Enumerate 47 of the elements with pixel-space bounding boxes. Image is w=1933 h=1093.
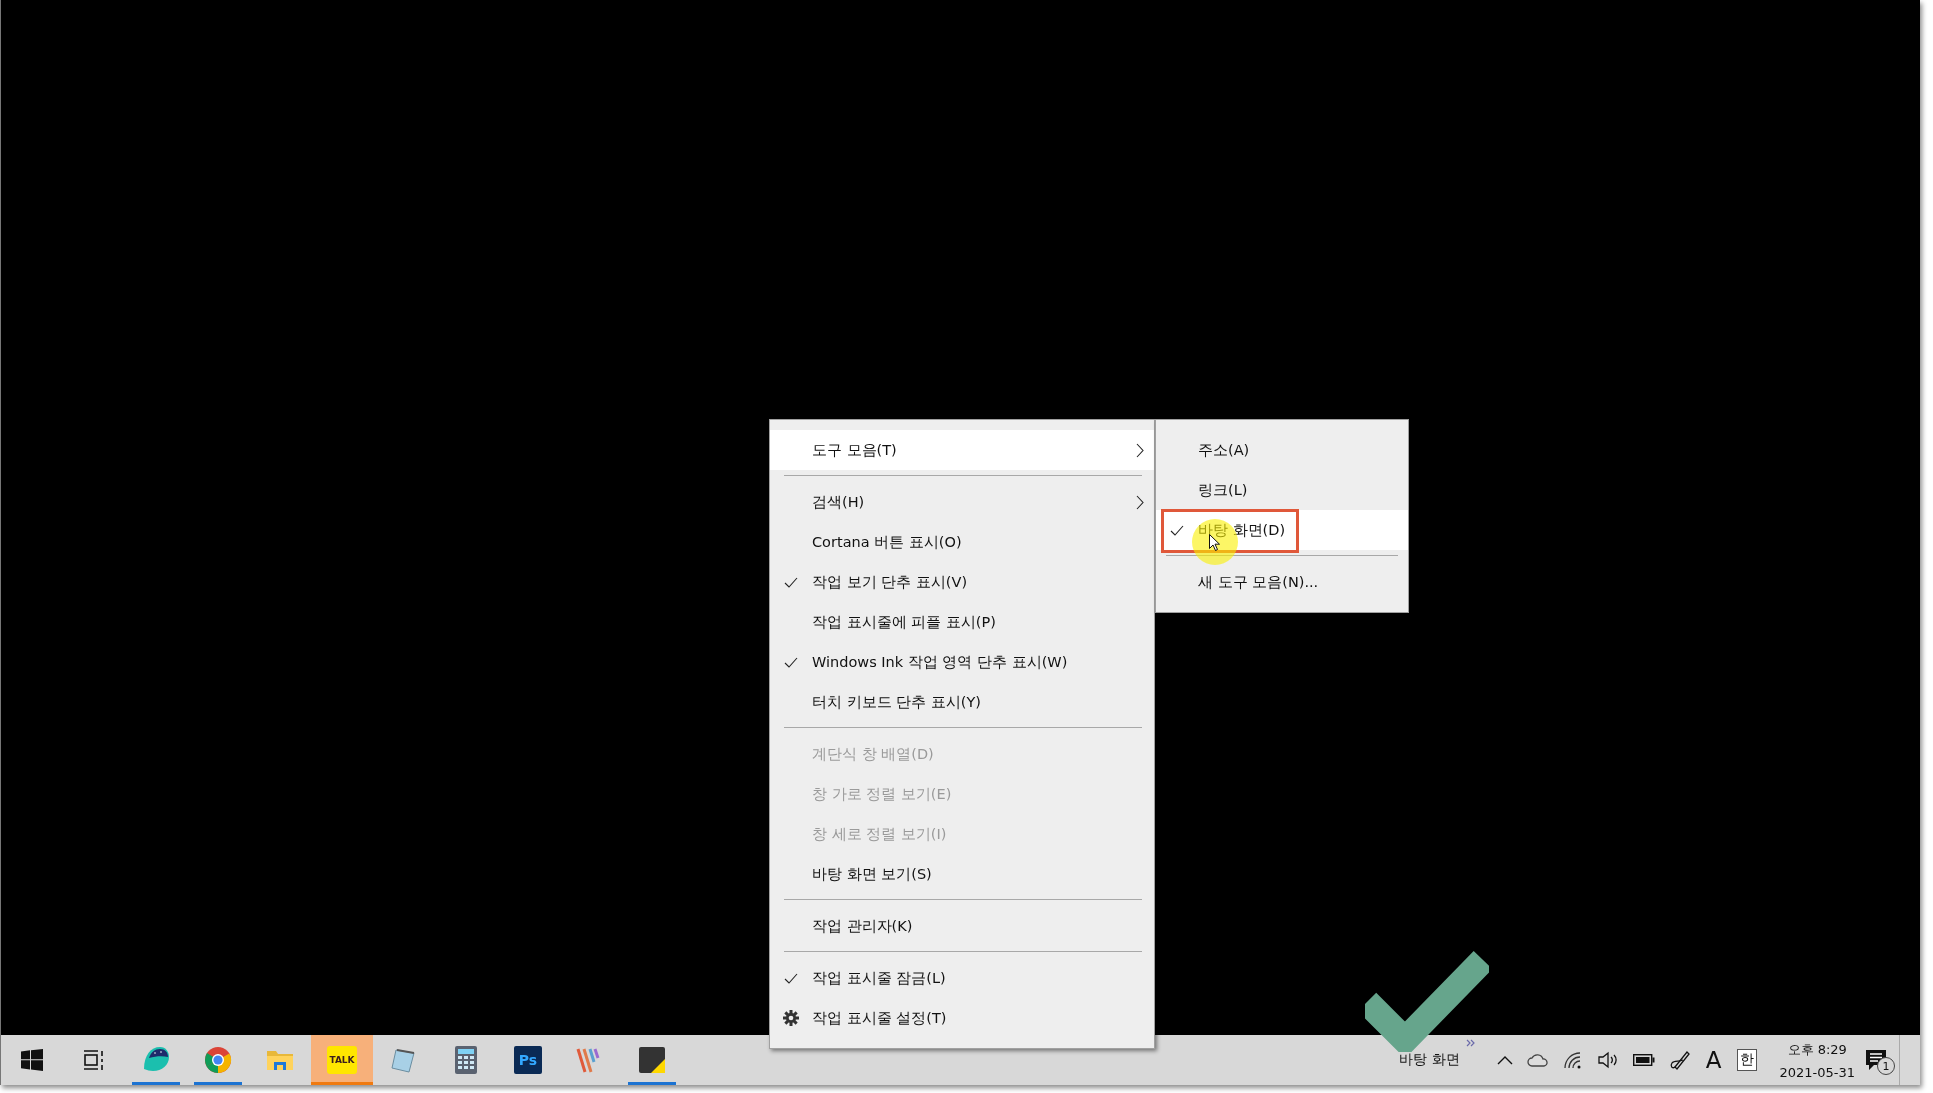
input-mode-indicator[interactable]: 한 [1737, 1049, 1758, 1071]
menu-item[interactable]: 바탕 화면(D) [1156, 510, 1408, 550]
taskbar-app-button[interactable]: TALK [311, 1035, 373, 1085]
cloud-icon[interactable] [1526, 1053, 1549, 1067]
clock-date: 2021-05-31 [1779, 1064, 1855, 1080]
check-icon [784, 656, 798, 668]
photoshop-icon: Ps [514, 1046, 542, 1074]
task-view-icon [82, 1049, 106, 1071]
menu-item[interactable]: 주소(A) [1156, 430, 1408, 470]
clock[interactable]: 오후 8:29 2021-05-31 [1779, 1040, 1855, 1080]
settings-icon [783, 1010, 799, 1026]
double-chevron-icon[interactable] [1465, 1039, 1476, 1047]
pen-icon[interactable] [1668, 1049, 1691, 1071]
notification-button[interactable]: 1 [1865, 1045, 1899, 1075]
sticky-note-icon [639, 1047, 665, 1073]
windows-logo-icon [21, 1049, 43, 1071]
menu-item[interactable]: 도구 모음(T) [770, 430, 1154, 470]
chrome-icon [204, 1046, 232, 1074]
menu-item[interactable]: 작업 보기 단추 표시(V) [770, 562, 1154, 602]
speaker-icon[interactable] [1596, 1051, 1619, 1069]
menu-item[interactable]: 새 도구 모음(N)... [1156, 562, 1408, 602]
menu-item[interactable]: 작업 표시줄 설정(T) [770, 998, 1154, 1038]
chat-app-icon: TALK [327, 1046, 357, 1074]
menu-item[interactable]: 작업 표시줄 잠금(L) [770, 958, 1154, 998]
menu-item[interactable]: Windows Ink 작업 영역 단추 표시(W) [770, 642, 1154, 682]
notification-count-badge: 1 [1877, 1057, 1895, 1075]
menu-item[interactable]: 바탕 화면 보기(S) [770, 854, 1154, 894]
wifi-icon[interactable] [1562, 1051, 1583, 1069]
check-icon [1170, 524, 1184, 536]
font-indicator[interactable]: A [1705, 1047, 1722, 1073]
check-icon [784, 576, 798, 588]
folder-icon [266, 1048, 294, 1072]
calculator-icon [455, 1046, 477, 1074]
clock-time: 오후 8:29 [1787, 1040, 1847, 1059]
menu-item[interactable]: Cortana 버튼 표시(O) [770, 522, 1154, 562]
menu-item[interactable]: 링크(L) [1156, 470, 1408, 510]
battery-icon[interactable] [1632, 1054, 1655, 1066]
chevron-right-icon [1136, 494, 1144, 510]
menu-item[interactable]: 터치 키보드 단추 표시(Y) [770, 682, 1154, 722]
menu-item[interactable]: 검색(H) [770, 482, 1154, 522]
toolbar-label[interactable]: 바탕 화면 [1399, 1051, 1460, 1069]
chevron-right-icon [1136, 442, 1144, 458]
menu-item[interactable]: 작업 표시줄에 피플 표시(P) [770, 602, 1154, 642]
chevron-up-icon[interactable] [1496, 1055, 1513, 1065]
menu-item[interactable]: 작업 관리자(K) [770, 906, 1154, 946]
check-icon [784, 972, 798, 984]
taskbar-app-button[interactable]: Ps [497, 1035, 559, 1085]
